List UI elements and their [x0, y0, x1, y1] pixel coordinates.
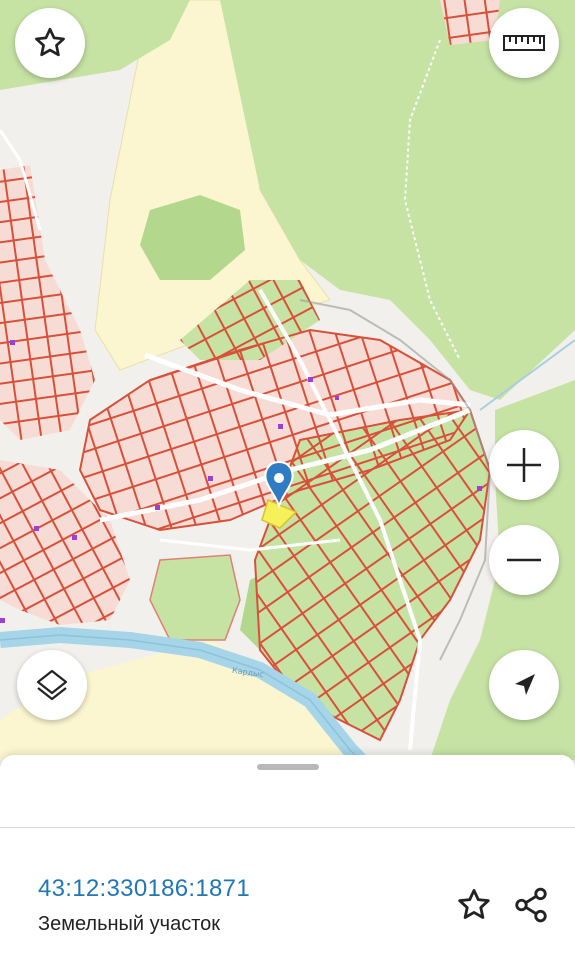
sheet-drag-handle[interactable] — [257, 764, 319, 770]
building — [477, 486, 482, 491]
building — [208, 476, 213, 481]
minus-icon — [507, 558, 541, 562]
ruler-icon — [503, 35, 545, 51]
building — [10, 340, 15, 345]
star-outline-icon — [35, 27, 65, 57]
building — [308, 377, 313, 382]
cadastral-number[interactable]: 43:12:330186:1871 — [38, 875, 250, 903]
building — [72, 535, 77, 540]
layers-button[interactable] — [17, 650, 87, 720]
object-type-label: Земельный участок — [38, 913, 221, 935]
favorite-button[interactable] — [15, 8, 85, 78]
share-button[interactable] — [509, 883, 553, 927]
sheet-divider — [0, 827, 575, 828]
sheet-favorite-button[interactable] — [452, 883, 496, 927]
ruler-button[interactable] — [489, 8, 559, 78]
building — [34, 526, 39, 531]
star-outline-icon — [458, 889, 490, 919]
building — [155, 505, 160, 510]
locate-button[interactable] — [489, 650, 559, 720]
building — [0, 618, 5, 623]
share-icon — [515, 887, 547, 923]
building — [278, 424, 283, 429]
zoom-in-button[interactable] — [489, 430, 559, 500]
info-bottom-sheet[interactable]: 43:12:330186:1871 Земельный участок — [0, 755, 575, 960]
navigation-arrow-icon — [515, 674, 535, 695]
plus-icon — [507, 448, 541, 482]
forest-patch-3 — [149, 554, 241, 641]
building — [335, 396, 339, 400]
zoom-out-button[interactable] — [489, 525, 559, 595]
layers-icon — [36, 669, 68, 701]
